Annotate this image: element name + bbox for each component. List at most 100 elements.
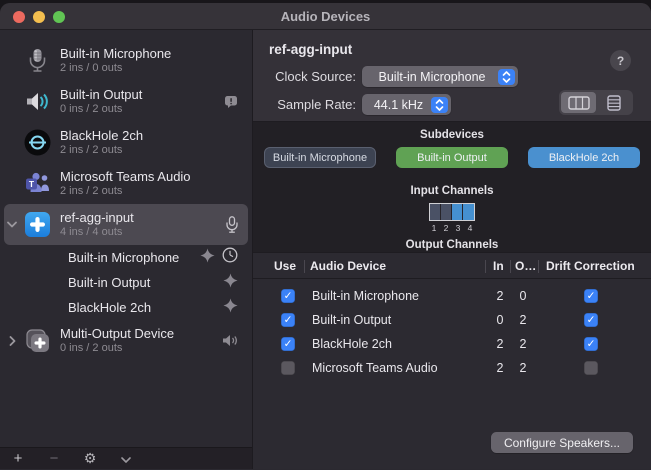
device-io-summary: 4 ins / 4 outs xyxy=(60,225,226,239)
sidebar-toolbar: + − ⚙ xyxy=(0,447,252,469)
drift-correction-checkbox[interactable] xyxy=(584,337,598,351)
table-row[interactable]: Built-in Output 0 2 xyxy=(253,309,651,333)
subdevice-name: Built-in Output xyxy=(68,275,223,290)
table-row[interactable]: BlackHole 2ch 2 2 xyxy=(253,333,651,357)
column-header-out[interactable]: O… xyxy=(515,259,536,273)
subdevice-row-blackhole-2ch[interactable]: BlackHole 2ch xyxy=(0,295,252,320)
drift-icon xyxy=(223,273,238,293)
device-name: ref-agg-input xyxy=(60,210,226,225)
use-checkbox[interactable] xyxy=(281,289,295,303)
input-channels-heading: Input Channels xyxy=(253,185,651,197)
title-bar[interactable]: Audio Devices xyxy=(0,3,651,30)
use-checkbox[interactable] xyxy=(281,313,295,327)
configure-speakers-button[interactable]: Configure Speakers... xyxy=(491,432,633,453)
use-checkbox[interactable] xyxy=(281,361,295,375)
alert-bubble-icon xyxy=(224,95,238,108)
subdevice-chip-built-in-output[interactable]: Built-in Output xyxy=(396,147,508,168)
device-row-built-in-output[interactable]: Built-in Output 0 ins / 2 outs xyxy=(0,81,252,122)
microphone-icon xyxy=(226,216,238,233)
clock-source-popup[interactable]: Built-in Microphone xyxy=(362,66,518,87)
help-button[interactable]: ? xyxy=(610,50,631,71)
stepper-icon xyxy=(431,97,448,113)
device-row-ref-agg-input[interactable]: ref-agg-input 4 ins / 4 outs xyxy=(0,204,252,245)
channel-numbers: 1 2 3 4 xyxy=(253,223,651,233)
use-checkbox[interactable] xyxy=(281,337,295,351)
cell-audio-device: Built-in Output xyxy=(312,313,391,327)
detail-panel: ref-agg-input ? Clock Source: Built-in M… xyxy=(253,30,651,469)
aggregate-settings-section: ref-agg-input ? Clock Source: Built-in M… xyxy=(253,30,651,122)
stepper-icon xyxy=(498,69,515,85)
device-row-multi-output-device[interactable]: Multi-Output Device 0 ins / 2 outs xyxy=(0,320,252,361)
channel-number: 3 xyxy=(452,223,464,233)
device-io-summary: 0 ins / 2 outs xyxy=(60,102,224,116)
subdevice-table-section: Use Audio Device In O… Drift Correction … xyxy=(253,253,651,469)
device-name: Microsoft Teams Audio xyxy=(60,169,252,184)
drift-icon xyxy=(200,248,215,268)
device-io-summary: 2 ins / 2 outs xyxy=(60,143,252,157)
minimize-button[interactable] xyxy=(33,11,45,23)
cell-in: 2 xyxy=(490,337,510,351)
device-name: BlackHole 2ch xyxy=(60,128,252,143)
add-device-button[interactable]: + xyxy=(10,451,26,466)
cell-in: 2 xyxy=(490,361,510,375)
multi-output-device-icon xyxy=(24,327,51,354)
close-button[interactable] xyxy=(13,11,25,23)
subdevice-row-built-in-microphone[interactable]: Built-in Microphone xyxy=(0,245,252,270)
table-body: Built-in Microphone 2 0 Built-in Output … xyxy=(253,285,651,381)
zoom-button[interactable] xyxy=(53,11,65,23)
cell-audio-device: BlackHole 2ch xyxy=(312,337,392,351)
rows-view-button[interactable] xyxy=(596,92,631,113)
subdevice-chip-blackhole-2ch[interactable]: BlackHole 2ch xyxy=(528,147,640,168)
speaker-icon xyxy=(222,334,238,347)
channel-number: 2 xyxy=(440,223,452,233)
subdevice-name: Built-in Microphone xyxy=(68,250,200,265)
device-name: Built-in Output xyxy=(60,87,224,102)
cell-in: 0 xyxy=(490,313,510,327)
column-header-drift-correction[interactable]: Drift Correction xyxy=(546,259,635,273)
teams-device-icon: T xyxy=(24,170,51,197)
device-name: Built-in Microphone xyxy=(60,46,252,61)
table-header: Use Audio Device In O… Drift Correction xyxy=(253,253,651,279)
input-channel-meter xyxy=(429,203,475,221)
chevron-down-icon[interactable] xyxy=(0,221,24,228)
drift-correction-checkbox[interactable] xyxy=(584,313,598,327)
clock-source-label: Clock Source: xyxy=(253,69,356,84)
aggregate-device-icon xyxy=(24,211,51,238)
device-row-built-in-microphone[interactable]: Built-in Microphone 2 ins / 0 outs xyxy=(0,40,252,81)
cell-out: 2 xyxy=(513,361,533,375)
subdevice-row-built-in-output[interactable]: Built-in Output xyxy=(0,270,252,295)
chevron-right-icon[interactable] xyxy=(0,336,24,346)
sample-rate-value: 44.1 kHz xyxy=(372,98,431,112)
remove-device-button[interactable]: − xyxy=(46,451,62,466)
channel-4-cell xyxy=(463,204,474,220)
cell-out: 2 xyxy=(513,337,533,351)
columns-view-button[interactable] xyxy=(561,92,596,113)
sample-rate-popup[interactable]: 44.1 kHz xyxy=(362,94,451,115)
window-title: Audio Devices xyxy=(281,9,371,24)
subdevice-name: BlackHole 2ch xyxy=(68,300,223,315)
column-divider xyxy=(485,260,486,273)
traffic-lights xyxy=(13,3,65,30)
subdevice-chip-built-in-microphone[interactable]: Built-in Microphone xyxy=(264,147,376,168)
microphone-device-icon xyxy=(24,47,51,74)
drift-icon xyxy=(223,298,238,318)
table-row[interactable]: Built-in Microphone 2 0 xyxy=(253,285,651,309)
channel-number: 4 xyxy=(464,223,476,233)
table-row[interactable]: Microsoft Teams Audio 2 2 xyxy=(253,357,651,381)
subdevices-section: Subdevices Built-in Microphone Built-in … xyxy=(253,122,651,253)
drift-correction-checkbox[interactable] xyxy=(584,361,598,375)
device-row-blackhole-2ch[interactable]: BlackHole 2ch 2 ins / 2 outs xyxy=(0,122,252,163)
speaker-device-icon xyxy=(24,88,51,115)
chevron-down-icon[interactable] xyxy=(118,451,134,466)
gear-icon[interactable]: ⚙ xyxy=(82,451,98,466)
device-row-microsoft-teams-audio[interactable]: T Microsoft Teams Audio 2 ins / 2 outs xyxy=(0,163,252,204)
svg-text:T: T xyxy=(29,179,35,189)
column-header-use[interactable]: Use xyxy=(274,259,296,273)
clock-icon xyxy=(222,247,238,268)
cell-audio-device: Built-in Microphone xyxy=(312,289,419,303)
device-io-summary: 2 ins / 2 outs xyxy=(60,184,252,198)
channel-number: 1 xyxy=(428,223,440,233)
drift-correction-checkbox[interactable] xyxy=(584,289,598,303)
column-header-audio-device[interactable]: Audio Device xyxy=(310,259,386,273)
column-header-in[interactable]: In xyxy=(493,259,504,273)
